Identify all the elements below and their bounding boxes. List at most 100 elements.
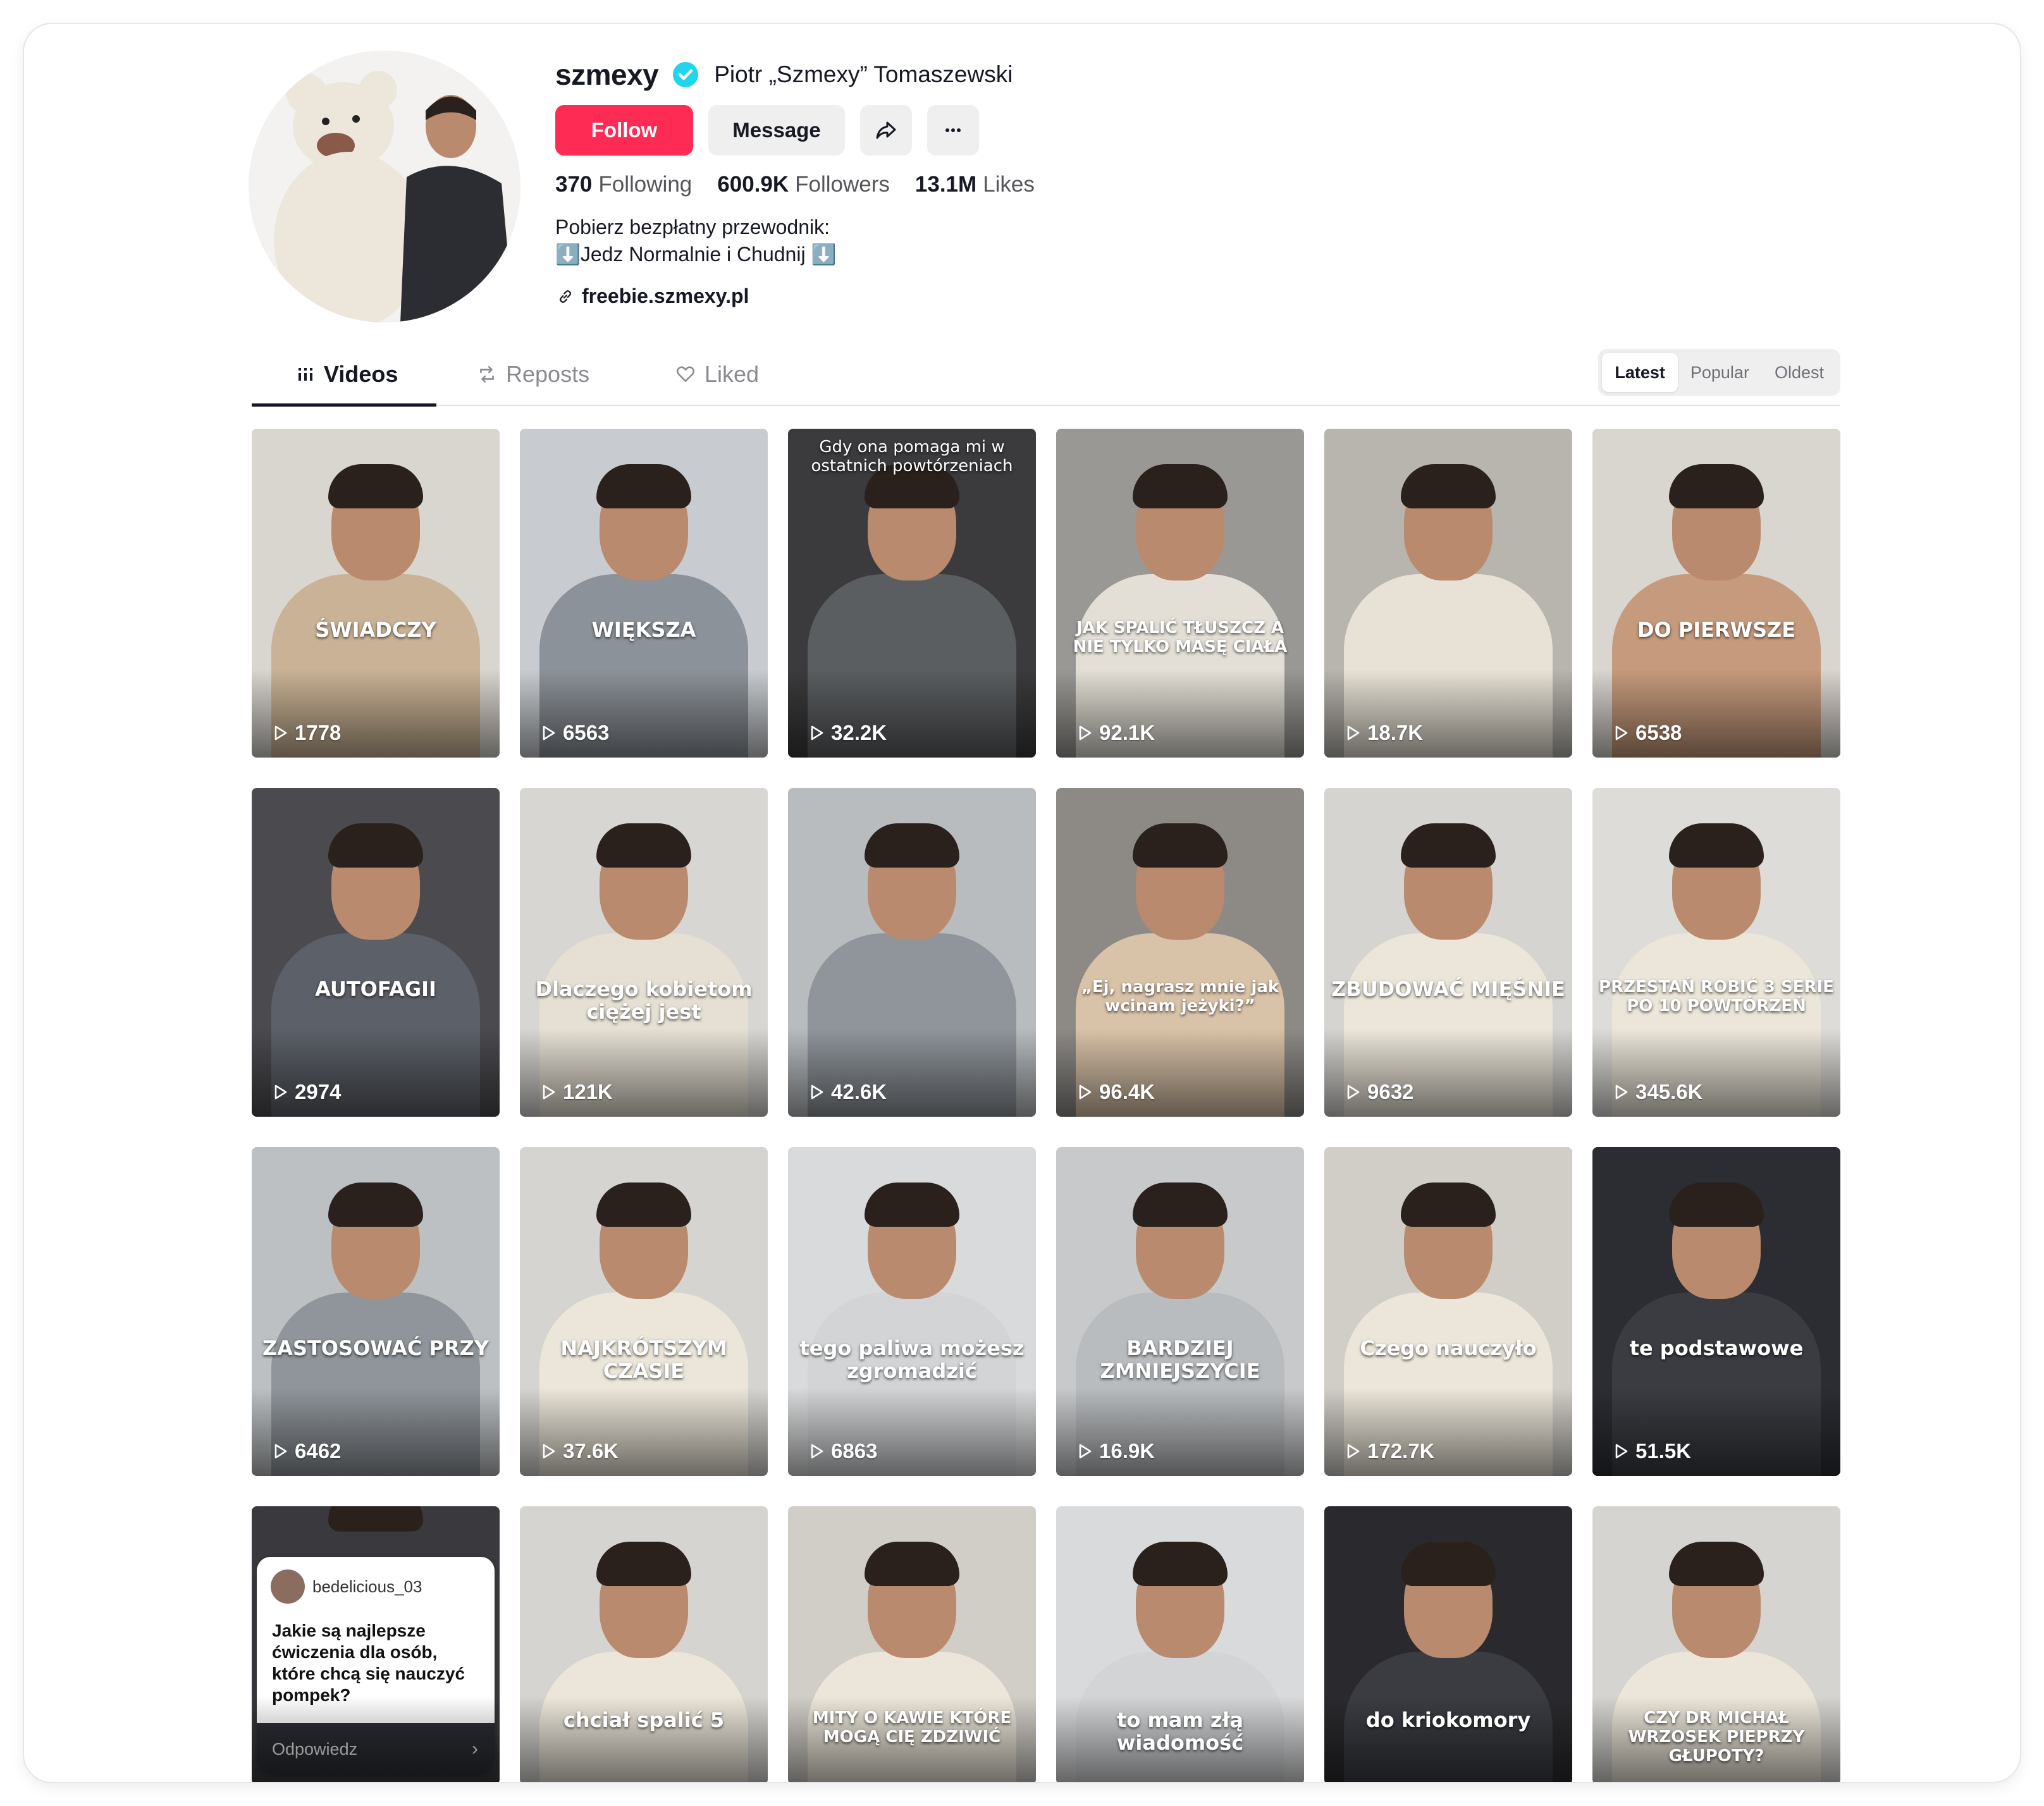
- video-thumbnail[interactable]: 42.6K: [788, 788, 1036, 1117]
- video-thumbnail[interactable]: chciał spalić 5: [520, 1506, 768, 1782]
- view-count: 1778: [271, 721, 341, 745]
- view-count-text: 345.6K: [1635, 1080, 1703, 1103]
- thumbnail-figure: [1401, 1182, 1496, 1227]
- active-tab-indicator: [252, 403, 436, 407]
- thumbnail-figure: [1669, 464, 1764, 508]
- video-caption: ŚWIADCZY: [315, 618, 436, 642]
- comment-text: Jakie są najlepsze ćwiczenia dla osób, k…: [272, 1621, 465, 1705]
- thumbnail-figure: [1669, 823, 1764, 868]
- view-count-text: 172.7K: [1367, 1439, 1435, 1463]
- message-button[interactable]: Message: [708, 105, 845, 156]
- video-thumbnail[interactable]: PRZESTAŃ ROBIĆ 3 SERIE PO 10 POWTÓRZEŃ 34…: [1592, 788, 1840, 1117]
- profile-stats: 370 Following 600.9K Followers 13.1M Likes: [555, 172, 1035, 197]
- grid-icon: [299, 368, 312, 381]
- avatar-image: [249, 51, 520, 322]
- view-count-text: 96.4K: [1099, 1080, 1155, 1103]
- video-thumbnail[interactable]: JAK SPALIĆ TŁUSZCZ A NIE TYLKO MASĘ CIAŁ…: [1056, 429, 1304, 758]
- view-count: 42.6K: [807, 1080, 887, 1104]
- video-thumbnail[interactable]: Dlaczego kobietom ciężej jest 121K: [520, 788, 768, 1117]
- followers-stat[interactable]: 600.9K Followers: [717, 172, 890, 197]
- view-count-text: 92.1K: [1099, 721, 1155, 744]
- share-button[interactable]: [860, 105, 912, 156]
- thumbnail-figure: [1133, 823, 1228, 868]
- view-count: 32.2K: [807, 721, 887, 745]
- more-options-button[interactable]: [927, 105, 979, 156]
- play-icon: [1615, 1444, 1628, 1459]
- sort-popular[interactable]: Popular: [1678, 353, 1762, 392]
- bio-link[interactable]: freebie.szmexy.pl: [557, 285, 749, 308]
- video-thumbnail[interactable]: te podstawowe 51.5K: [1592, 1147, 1840, 1476]
- play-icon: [1615, 1084, 1628, 1100]
- thumbnail-figure: [328, 1506, 423, 1532]
- view-count-text: 51.5K: [1635, 1439, 1692, 1463]
- sort-oldest[interactable]: Oldest: [1762, 353, 1837, 392]
- video-thumbnail[interactable]: MITY O KAWIE KTÓRE MOGĄ CIĘ ZDZIWIĆ: [788, 1506, 1036, 1782]
- view-count-text: 6462: [295, 1439, 342, 1463]
- video-thumbnail[interactable]: Czego nauczyło 172.7K: [1324, 1147, 1572, 1476]
- play-icon: [1079, 1084, 1092, 1100]
- view-count: 9632: [1343, 1080, 1413, 1104]
- video-thumbnail[interactable]: BARDZIEJ ZMNIEJSZYCIE 16.9K: [1056, 1147, 1304, 1476]
- video-thumbnail[interactable]: Gdy ona pomaga mi w ostatnich powtórzeni…: [788, 429, 1036, 758]
- video-caption: CZY DR MICHAŁ WRZOSEK PIEPRZY GŁUPOTY?: [1628, 1709, 1805, 1766]
- tab-liked[interactable]: Liked: [675, 344, 759, 405]
- likes-count: 13.1M: [914, 172, 977, 197]
- thumbnail-figure: [865, 1182, 959, 1227]
- video-thumbnail[interactable]: ŚWIADCZY 1778: [252, 429, 500, 758]
- username: szmexy: [555, 58, 659, 91]
- following-stat[interactable]: 370 Following: [555, 172, 692, 197]
- video-thumbnail[interactable]: to mam złą wiadomość: [1056, 1506, 1304, 1782]
- play-icon: [543, 1084, 555, 1100]
- view-count: 51.5K: [1611, 1439, 1691, 1463]
- sort-latest[interactable]: Latest: [1602, 353, 1678, 392]
- nickname: Piotr „Szmexy” Tomaszewski: [714, 61, 1013, 87]
- video-thumbnail[interactable]: tego paliwa możesz zgromadzić 6863: [788, 1147, 1036, 1476]
- tab-videos[interactable]: Videos: [296, 344, 398, 405]
- heart-icon: [676, 366, 695, 382]
- following-count: 370: [555, 172, 593, 197]
- video-thumbnail[interactable]: „Ej, nagrasz mnie jak wcinam jeżyki?” 96.…: [1056, 788, 1304, 1117]
- tab-reposts[interactable]: Reposts: [477, 344, 589, 405]
- video-caption: Dlaczego kobietom ciężej jest: [535, 977, 753, 1024]
- video-caption: chciał spalić 5: [563, 1708, 725, 1732]
- view-count-text: 16.9K: [1099, 1439, 1155, 1463]
- video-thumbnail[interactable]: do kriokomory: [1324, 1506, 1572, 1782]
- play-icon: [811, 725, 823, 740]
- view-count: 172.7K: [1343, 1439, 1434, 1463]
- thumbnail-figure: [1669, 1182, 1764, 1227]
- play-icon: [1347, 725, 1360, 740]
- play-icon: [274, 1444, 287, 1459]
- video-thumbnail[interactable]: WIĘKSZA 6563: [520, 429, 768, 758]
- avatar[interactable]: [249, 51, 520, 322]
- view-count: 6563: [539, 721, 609, 745]
- video-thumbnail[interactable]: NAJKRÓTSZYM CZASIE 37.6K: [520, 1147, 768, 1476]
- video-thumbnail[interactable]: CZY DR MICHAŁ WRZOSEK PIEPRZY GŁUPOTY?: [1592, 1506, 1840, 1782]
- thumbnail-gradient: [252, 1696, 500, 1782]
- video-caption: ZASTOSOWAĆ PRZY: [262, 1336, 489, 1360]
- tab-label: Liked: [705, 361, 760, 387]
- video-caption: Gdy ona pomaga mi w ostatnich powtórzeni…: [811, 438, 1013, 476]
- video-thumbnail[interactable]: ZBUDOWAĆ MIĘŚNIE 9632: [1324, 788, 1572, 1117]
- video-thumbnail[interactable]: 18.7K: [1324, 429, 1572, 758]
- video-thumbnail[interactable]: bedelicious_03 Jakie są najlepsze ćwiczen…: [252, 1506, 500, 1782]
- thumbnail-figure: [1133, 1542, 1228, 1586]
- thumbnail-figure: [328, 823, 423, 868]
- video-thumbnail[interactable]: ZASTOSOWAĆ PRZY 6462: [252, 1147, 500, 1476]
- play-icon: [274, 725, 287, 740]
- bio-line: Pobierz bezpłatny przewodnik:: [555, 216, 830, 238]
- view-count-text: 121K: [563, 1080, 613, 1103]
- repost-icon: [480, 366, 494, 383]
- video-caption: DO PIERWSZE: [1637, 618, 1796, 642]
- video-thumbnail[interactable]: DO PIERWSZE 6538: [1592, 429, 1840, 758]
- thumbnail-figure: [596, 1182, 691, 1227]
- sort-toggle: Latest Popular Oldest: [1598, 349, 1840, 396]
- link-icon: [559, 290, 572, 303]
- thumbnail-figure: [1133, 1182, 1228, 1227]
- thumbnail-figure: [1401, 1542, 1496, 1586]
- likes-label: Likes: [983, 172, 1035, 197]
- view-count-text: 6538: [1635, 721, 1682, 744]
- thumbnail-figure: [328, 1182, 423, 1227]
- video-thumbnail[interactable]: AUTOFAGII 2974: [252, 788, 500, 1117]
- profile-page: szmexy Piotr „Szmexy” Tomaszewski Follow…: [24, 24, 2020, 1782]
- follow-button[interactable]: Follow: [555, 105, 693, 156]
